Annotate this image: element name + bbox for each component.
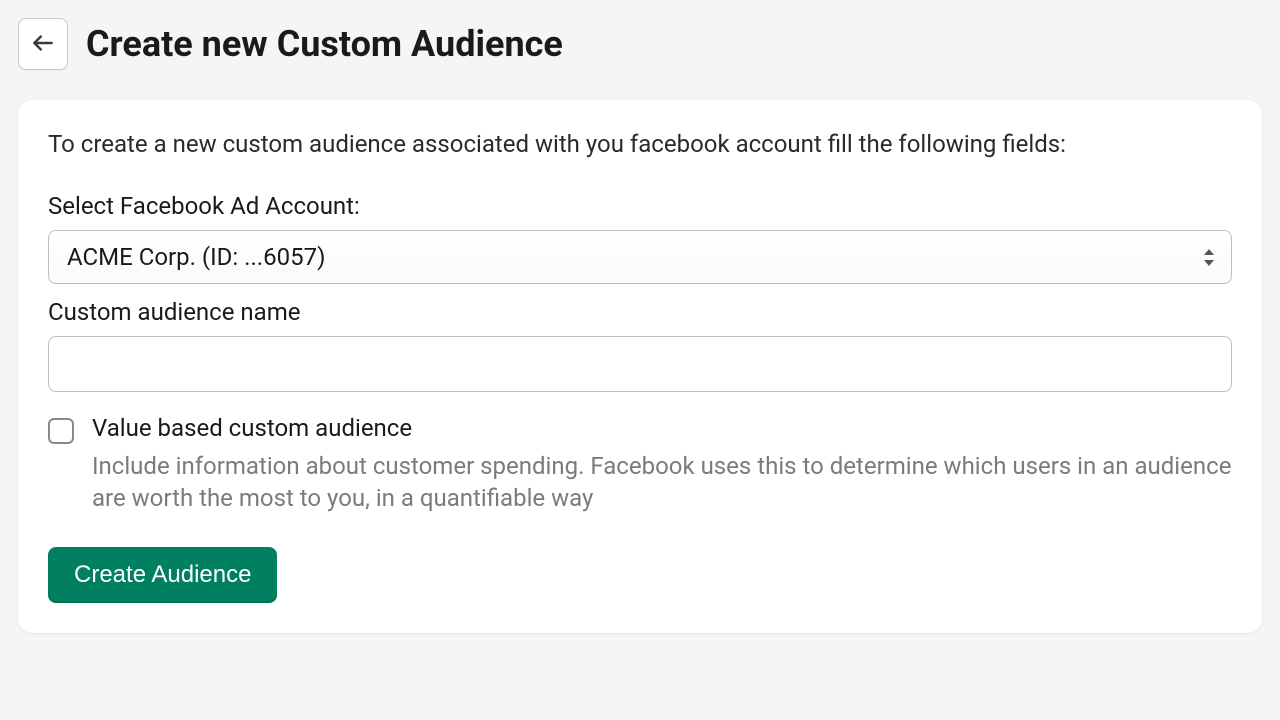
value-based-field: Value based custom audience Include info… [48,414,1232,515]
audience-name-input[interactable] [48,336,1232,392]
page-title: Create new Custom Audience [86,23,563,65]
value-based-description: Include information about customer spend… [92,450,1232,515]
ad-account-selected-value: ACME Corp. (ID: ...6057) [48,230,1232,284]
page-header: Create new Custom Audience [18,18,1262,70]
form-intro: To create a new custom audience associat… [48,130,1232,158]
audience-name-label: Custom audience name [48,298,1232,326]
create-audience-button[interactable]: Create Audience [48,547,277,603]
back-button[interactable] [18,18,68,70]
ad-account-select[interactable]: ACME Corp. (ID: ...6057) [48,230,1232,284]
value-based-label: Value based custom audience [92,414,1232,442]
arrow-left-icon [30,30,56,59]
value-based-checkbox[interactable] [48,418,74,444]
form-card: To create a new custom audience associat… [18,100,1262,633]
ad-account-label: Select Facebook Ad Account: [48,192,1232,220]
value-based-text: Value based custom audience Include info… [92,414,1232,515]
